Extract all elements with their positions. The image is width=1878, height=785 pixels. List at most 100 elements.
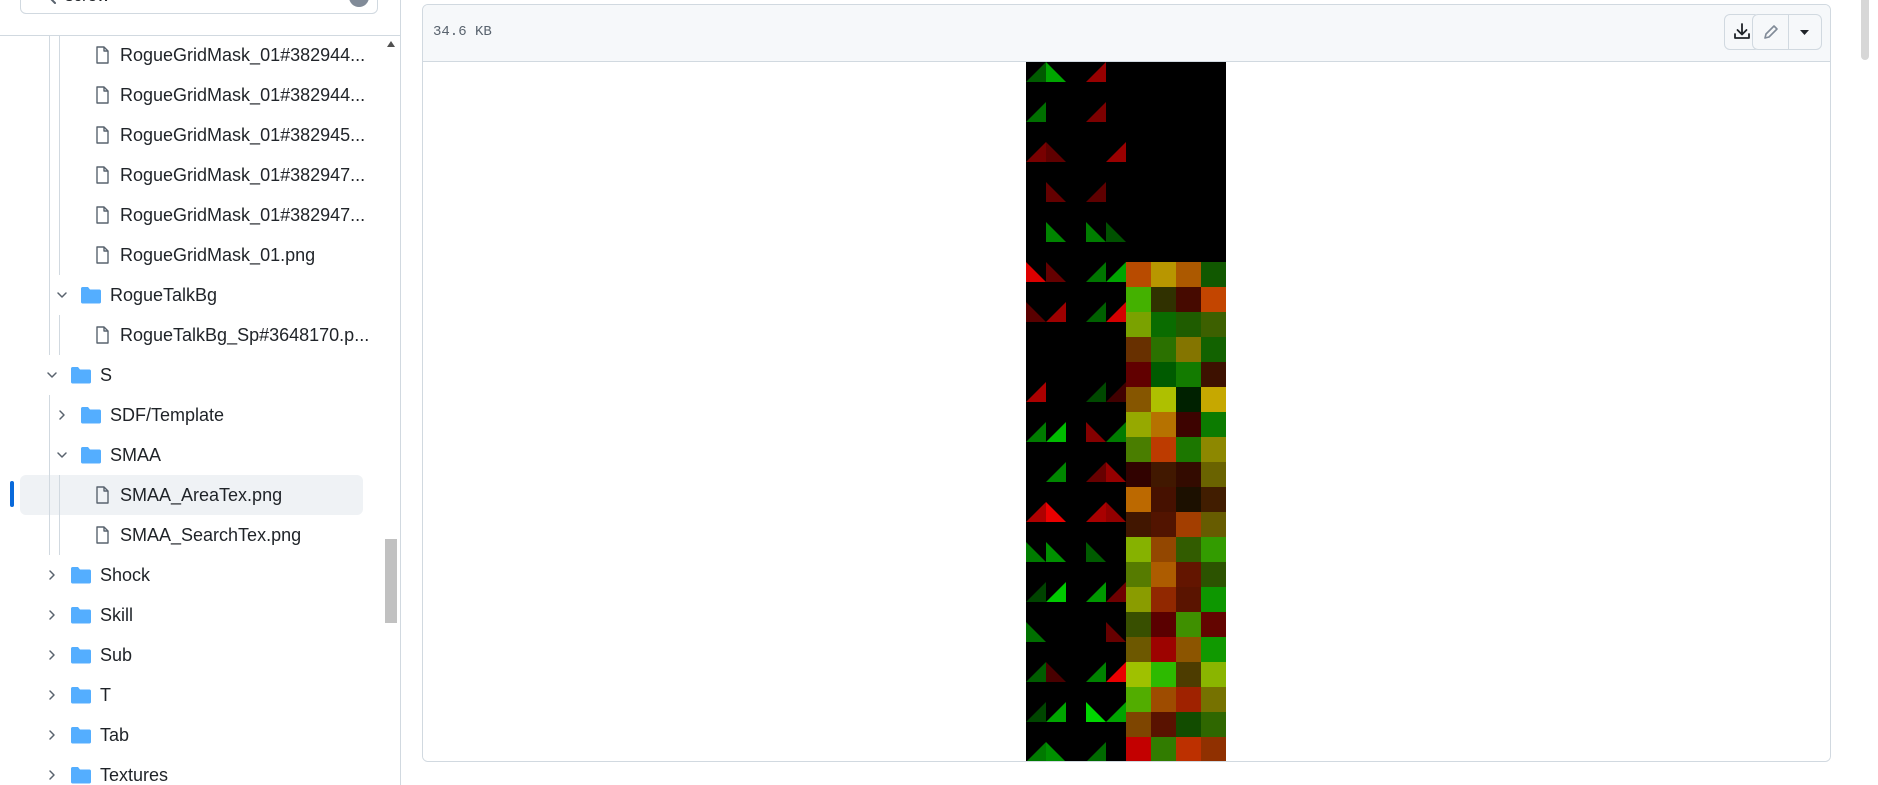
tree-item-label: SMAA_AreaTex.png — [120, 485, 283, 505]
folder-icon — [70, 605, 91, 625]
chevron-right-icon[interactable] — [54, 407, 70, 423]
tree-folder-item[interactable]: Tab — [0, 715, 384, 755]
file-icon — [92, 525, 112, 545]
tree-item-label: Skill — [100, 605, 134, 625]
indent-guide — [59, 35, 60, 75]
tree-item-label: RogueTalkBg_Sp#3648170.p... — [120, 325, 370, 345]
folder-icon — [70, 685, 91, 705]
tree-file-item[interactable]: RogueGridMask_01#382947... — [0, 155, 384, 195]
tree-item-label: RogueTalkBg — [110, 285, 218, 305]
chevron-right-icon[interactable] — [44, 647, 60, 663]
tree-item-label: RogueGridMask_01#382947... — [120, 165, 366, 185]
indent-guide — [49, 435, 50, 475]
tree-file-item[interactable]: RogueGridMask_01.png — [0, 235, 384, 275]
indent-guide — [49, 235, 50, 275]
chevron-down-icon[interactable] — [54, 287, 70, 303]
tree-item-label: RogueGridMask_01#382944... — [120, 45, 366, 65]
chevron-down-icon[interactable] — [44, 367, 60, 383]
tree-folder-item[interactable]: SMAA — [0, 435, 384, 475]
indent-guide — [49, 275, 50, 315]
file-tree-sidebar: screw RogueGridMask_01#382944...RogueGri… — [0, 0, 400, 785]
indent-guide — [59, 475, 60, 515]
indent-guide — [59, 235, 60, 275]
sidebar-scrollbar[interactable] — [384, 35, 398, 785]
tree-item-label: RogueGridMask_01#382947... — [120, 205, 366, 225]
file-icon — [92, 165, 112, 185]
file-icon — [92, 245, 112, 265]
tree-folder-item[interactable]: SDF/Template — [0, 395, 384, 435]
indent-guide — [49, 75, 50, 115]
area-texture-image — [1026, 62, 1226, 761]
image-preview — [423, 62, 1830, 761]
tree-file-item[interactable]: RogueGridMask_01#382947... — [0, 195, 384, 235]
tree-item-label: S — [100, 365, 113, 385]
chevron-down-icon[interactable] — [54, 447, 70, 463]
folder-icon — [80, 445, 101, 465]
indent-guide — [59, 115, 60, 155]
indent-guide — [49, 195, 50, 235]
file-size: 34.6 KB — [433, 24, 492, 40]
tree-item-label: RogueGridMask_01#382944... — [120, 85, 366, 105]
tree-folder-item[interactable]: Skill — [0, 595, 384, 635]
tree-folder-item[interactable]: RogueTalkBg — [0, 275, 384, 315]
tree-folder-item[interactable]: Textures — [0, 755, 384, 785]
tree-item-label: Sub — [100, 645, 133, 665]
file-viewer: 34.6 KB — [422, 4, 1831, 762]
tree-folder-item[interactable]: S — [0, 355, 384, 395]
edit-button[interactable] — [1753, 15, 1789, 49]
tree-folder-item[interactable]: Shock — [0, 555, 384, 595]
folder-icon — [70, 765, 91, 785]
tree-folder-item[interactable]: T — [0, 675, 384, 715]
tree-item-label: Tab — [100, 725, 130, 745]
tree-file-item[interactable]: RogueGridMask_01#382944... — [0, 75, 384, 115]
page-scrollbar-thumb[interactable] — [1861, 0, 1869, 60]
file-icon — [92, 325, 112, 345]
tree-item-label: Shock — [100, 565, 151, 585]
indent-guide — [59, 195, 60, 235]
file-header: 34.6 KB — [423, 5, 1830, 62]
folder-icon — [70, 645, 91, 665]
edit-button-group — [1752, 14, 1822, 50]
tree-item-label: SMAA_SearchTex.png — [120, 525, 302, 545]
tree-item-label: SDF/Template — [110, 405, 225, 425]
file-icon — [92, 45, 112, 65]
indent-guide — [59, 155, 60, 195]
chevron-right-icon[interactable] — [44, 767, 60, 783]
chevron-right-icon[interactable] — [44, 727, 60, 743]
indent-guide — [59, 315, 60, 355]
page-scrollbar[interactable] — [1856, 0, 1878, 785]
indent-guide — [49, 155, 50, 195]
chevron-right-icon[interactable] — [44, 607, 60, 623]
folder-icon — [80, 285, 101, 305]
tree-file-item[interactable]: RogueTalkBg_Sp#3648170.p... — [0, 315, 384, 355]
indent-guide — [49, 115, 50, 155]
folder-icon — [80, 405, 101, 425]
folder-icon — [70, 565, 91, 585]
scrollbar-thumb[interactable] — [385, 539, 397, 623]
tree-file-item[interactable]: RogueGridMask_01#382945... — [0, 115, 384, 155]
scroll-up-arrow-icon[interactable] — [387, 41, 395, 47]
chevron-right-icon[interactable] — [44, 687, 60, 703]
tree-file-item[interactable]: SMAA_AreaTex.png — [0, 475, 384, 515]
tree-item-label: SMAA — [110, 445, 162, 465]
indent-guide — [59, 75, 60, 115]
indent-guide — [59, 515, 60, 555]
tree-file-item[interactable]: SMAA_SearchTex.png — [0, 515, 384, 555]
chevron-right-icon[interactable] — [44, 567, 60, 583]
indent-guide — [49, 395, 50, 435]
file-tree: RogueGridMask_01#382944... RogueGridMask_… — [0, 0, 384, 785]
page-background — [401, 762, 1856, 785]
sidebar-border — [400, 0, 401, 785]
tree-folder-item[interactable]: Sub — [0, 635, 384, 675]
file-icon — [92, 85, 112, 105]
tree-item-label: T — [100, 685, 111, 705]
indent-guide — [49, 35, 50, 75]
tree-file-item[interactable]: RogueGridMask_01#382944... — [0, 35, 384, 75]
edit-options-button[interactable] — [1788, 15, 1821, 49]
folder-icon — [70, 365, 91, 385]
indent-guide — [49, 515, 50, 555]
tree-item-label: RogueGridMask_01.png — [120, 245, 316, 265]
tree-item-label: RogueGridMask_01#382945... — [120, 125, 366, 145]
pencil-icon — [1764, 25, 1778, 39]
file-icon — [92, 205, 112, 225]
